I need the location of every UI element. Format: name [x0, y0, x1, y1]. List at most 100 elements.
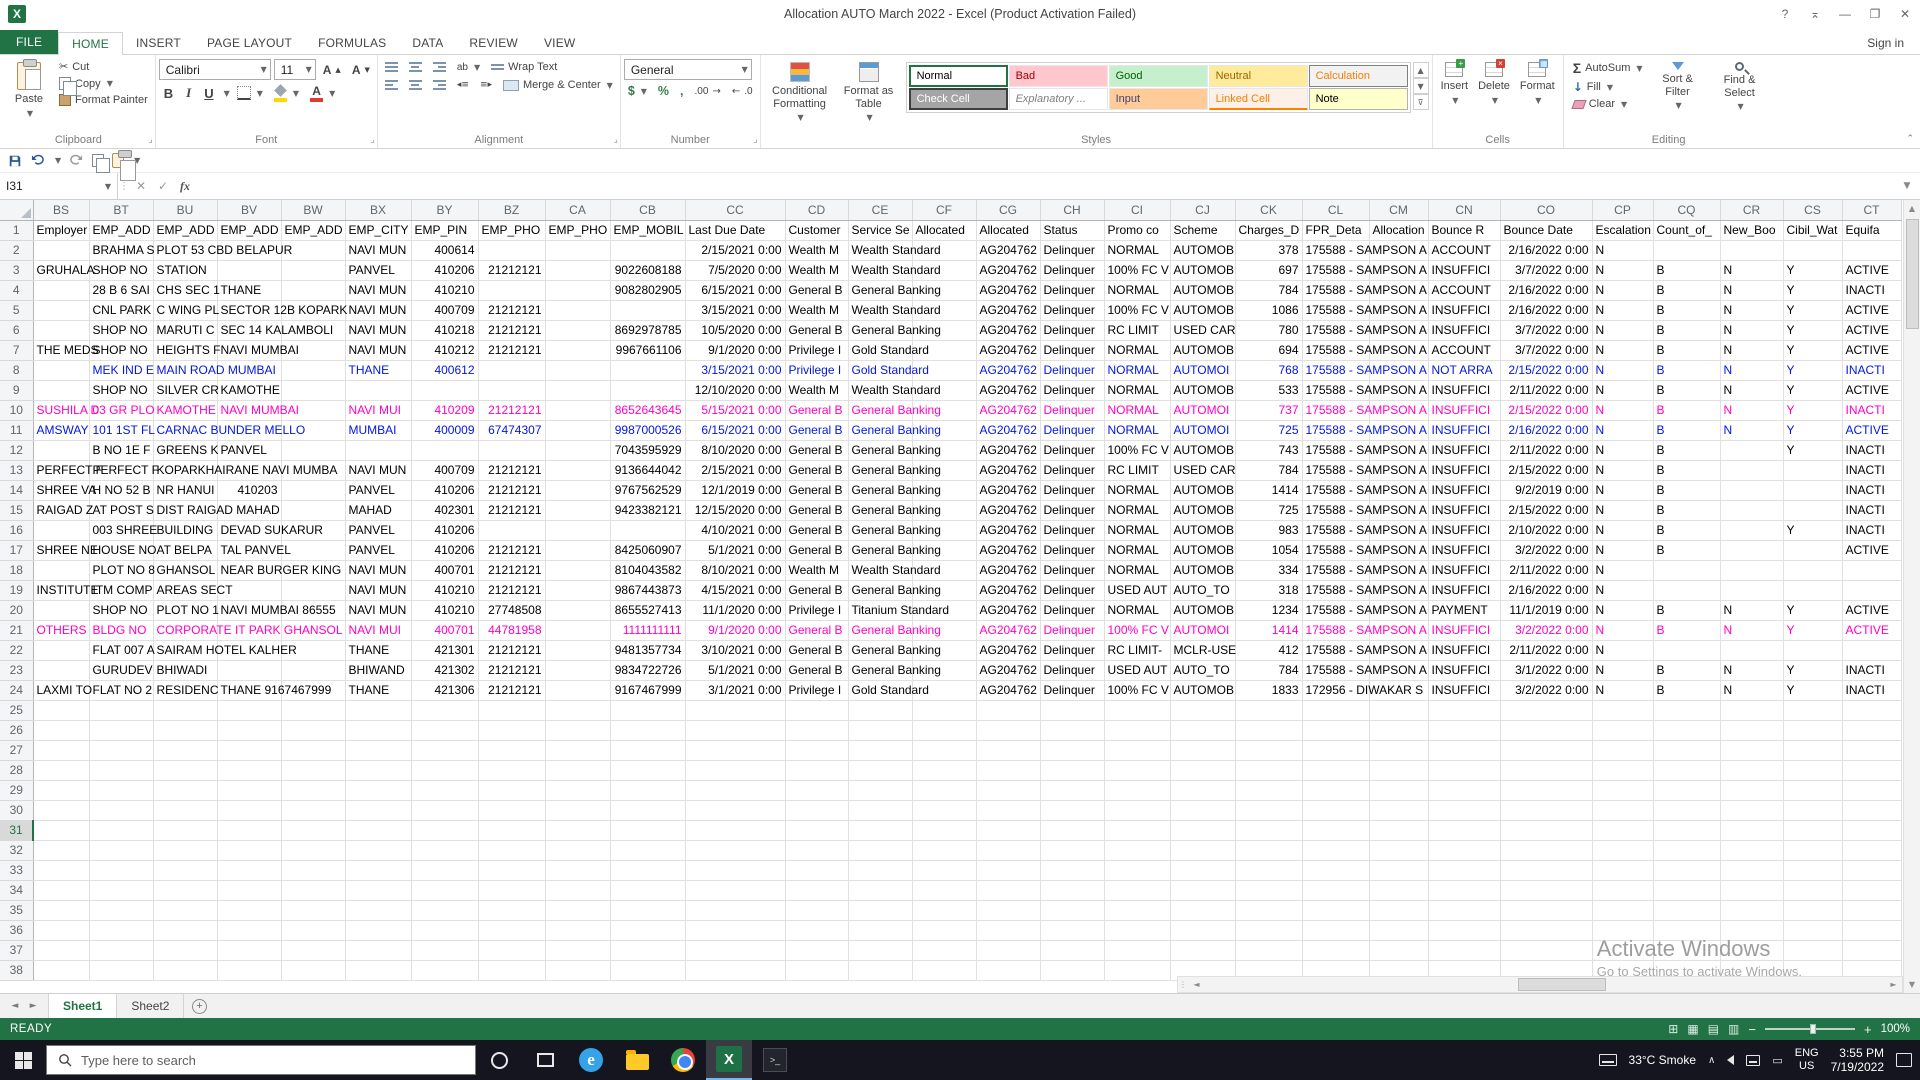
cell-CL25[interactable] [1302, 700, 1369, 720]
cell-CI25[interactable] [1104, 700, 1170, 720]
cell-BV5[interactable]: SECTOR 12B KOPARK [217, 300, 281, 320]
cell-CA6[interactable] [545, 320, 610, 340]
cell-BW34[interactable] [281, 880, 345, 900]
cell-CH5[interactable]: Delinquer [1040, 300, 1104, 320]
cell-CH8[interactable]: Delinquer [1040, 360, 1104, 380]
number-dialog-launcher[interactable]: ⌟ [753, 136, 757, 145]
cell-CB16[interactable] [610, 520, 685, 540]
cell-CQ15[interactable]: B [1653, 500, 1720, 520]
cell-CT37[interactable] [1842, 940, 1901, 960]
cell-CE26[interactable] [848, 720, 912, 740]
cell-BY10[interactable]: 410209 [411, 400, 478, 420]
cell-CH33[interactable] [1040, 860, 1104, 880]
cell-BS14[interactable]: SHREE VA [33, 480, 89, 500]
cell-CB17[interactable]: 8425060907 [610, 540, 685, 560]
cell-CB23[interactable]: 9834722726 [610, 660, 685, 680]
cell-CN1[interactable]: Bounce R [1428, 220, 1500, 240]
cell-CD1[interactable]: Customer [785, 220, 848, 240]
scroll-right-arrow[interactable]: ► [1885, 980, 1902, 989]
cell-BS25[interactable] [33, 700, 89, 720]
cell-BS31[interactable] [33, 820, 89, 840]
cell-CO35[interactable] [1500, 900, 1592, 920]
cell-CR34[interactable] [1720, 880, 1783, 900]
cell-CB25[interactable] [610, 700, 685, 720]
cell-CC15[interactable]: 12/15/2020 0:00 [685, 500, 785, 520]
cell-BT18[interactable]: PLOT NO 8 [89, 560, 153, 580]
cell-CS7[interactable]: Y [1783, 340, 1842, 360]
cell-CI33[interactable] [1104, 860, 1170, 880]
cell-CD15[interactable]: General B [785, 500, 848, 520]
cell-CP6[interactable]: N [1592, 320, 1653, 340]
excel-taskbar-button[interactable]: X [706, 1040, 752, 1080]
cell-CE29[interactable] [848, 780, 912, 800]
cell-BY6[interactable]: 410218 [411, 320, 478, 340]
cell-CN18[interactable]: INSUFFICI [1428, 560, 1500, 580]
cell-CD16[interactable]: General B [785, 520, 848, 540]
cell-CJ23[interactable]: AUTO_TO [1170, 660, 1235, 680]
cell-CR18[interactable] [1720, 560, 1783, 580]
network-icon[interactable] [1746, 1055, 1760, 1066]
cell-CR26[interactable] [1720, 720, 1783, 740]
row-header-26[interactable]: 26 [0, 720, 33, 740]
cell-BS26[interactable] [33, 720, 89, 740]
cell-CH24[interactable]: Delinquer [1040, 680, 1104, 700]
cell-CC35[interactable] [685, 900, 785, 920]
cell-CI4[interactable]: NORMAL [1104, 280, 1170, 300]
cell-BX28[interactable] [345, 760, 411, 780]
cell-CJ12[interactable]: AUTOMOB [1170, 440, 1235, 460]
column-header-CR[interactable]: CR [1720, 200, 1783, 220]
cell-CC26[interactable] [685, 720, 785, 740]
cell-CN19[interactable]: INSUFFICI [1428, 580, 1500, 600]
cell-CN6[interactable]: INSUFFICI [1428, 320, 1500, 340]
row-header-32[interactable]: 32 [0, 840, 33, 860]
cell-BU19[interactable]: AREAS SECT [153, 580, 217, 600]
cell-BX13[interactable]: NAVI MUN [345, 460, 411, 480]
cell-CA37[interactable] [545, 940, 610, 960]
cell-CH29[interactable] [1040, 780, 1104, 800]
decrease-indent-button[interactable]: ◂≡ [453, 78, 473, 92]
cell-CM1[interactable]: Allocation [1369, 220, 1428, 240]
cell-CR27[interactable] [1720, 740, 1783, 760]
cell-CG18[interactable]: AG204762 [976, 560, 1040, 580]
cell-CO31[interactable] [1500, 820, 1592, 840]
cell-CG27[interactable] [976, 740, 1040, 760]
cell-BZ6[interactable]: 21212121 [478, 320, 545, 340]
cell-BT14[interactable]: H NO 52 B [89, 480, 153, 500]
cell-BS15[interactable]: RAIGAD Z [33, 500, 89, 520]
cell-BT26[interactable] [89, 720, 153, 740]
cell-CK5[interactable]: 1086 [1235, 300, 1302, 320]
chrome-taskbar-button[interactable] [660, 1040, 706, 1080]
cell-BV7[interactable]: NAVI MUMBAI [217, 340, 281, 360]
cell-BY17[interactable]: 410206 [411, 540, 478, 560]
cell-BV24[interactable]: THANE 9167467999 [217, 680, 281, 700]
cell-CT11[interactable]: ACTIVE [1842, 420, 1901, 440]
merge-center-button[interactable]: Merge & Center▼ [499, 77, 617, 93]
cell-CF38[interactable] [912, 960, 976, 980]
cell-CQ31[interactable] [1653, 820, 1720, 840]
cell-BT27[interactable] [89, 740, 153, 760]
cell-BU11[interactable]: CARNAC BUNDER MELLO [153, 420, 217, 440]
cell-BW37[interactable] [281, 940, 345, 960]
cell-style-explanatory[interactable]: Explanatory ... [1009, 88, 1108, 110]
cell-BU20[interactable]: PLOT NO 1 [153, 600, 217, 620]
cell-CC8[interactable]: 3/15/2021 0:00 [685, 360, 785, 380]
cell-BW23[interactable] [281, 660, 345, 680]
cell-CI21[interactable]: 100% FC V [1104, 620, 1170, 640]
cell-CL19[interactable]: 175588 - SAMPSON A [1302, 580, 1369, 600]
cell-CT15[interactable]: INACTI [1842, 500, 1901, 520]
cell-CC31[interactable] [685, 820, 785, 840]
cell-CQ29[interactable] [1653, 780, 1720, 800]
cell-CB15[interactable]: 9423382121 [610, 500, 685, 520]
cell-CO24[interactable]: 3/2/2022 0:00 [1500, 680, 1592, 700]
cell-CE37[interactable] [848, 940, 912, 960]
italic-button[interactable]: I [181, 85, 196, 101]
cell-CE38[interactable] [848, 960, 912, 980]
cell-CA28[interactable] [545, 760, 610, 780]
cell-CT13[interactable]: INACTI [1842, 460, 1901, 480]
column-header-BS[interactable]: BS [33, 200, 89, 220]
cell-CI12[interactable]: 100% FC V [1104, 440, 1170, 460]
cell-CR19[interactable] [1720, 580, 1783, 600]
cortana-button[interactable] [476, 1040, 522, 1080]
cell-CA14[interactable] [545, 480, 610, 500]
cell-BV30[interactable] [217, 800, 281, 820]
